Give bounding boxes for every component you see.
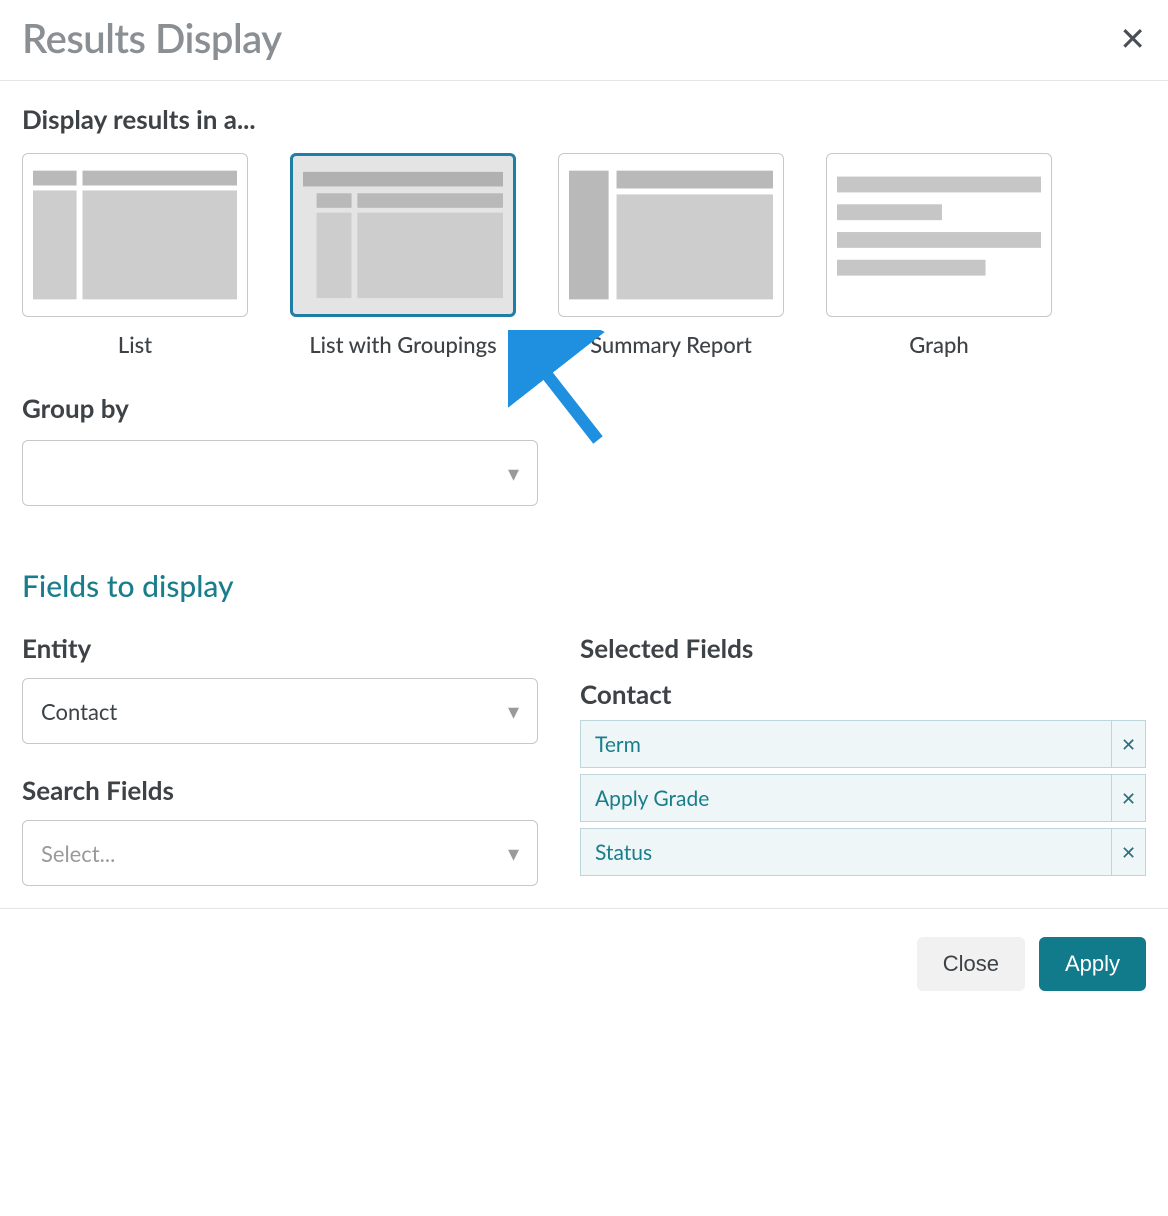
modal-title: Results Display	[22, 14, 282, 62]
group-by-label: Group by	[22, 392, 1146, 424]
entity-select[interactable]: Contact ▾	[22, 678, 538, 744]
chip-text: Apply Grade	[581, 786, 723, 811]
option-list-label: List	[22, 331, 248, 358]
entity-value: Contact	[41, 698, 117, 725]
caret-down-icon: ▾	[508, 697, 519, 725]
option-list-groupings-label: List with Groupings	[290, 331, 516, 358]
option-list[interactable]	[22, 153, 248, 317]
selected-field-chip[interactable]: Term ✕	[580, 720, 1146, 768]
search-fields-label: Search Fields	[22, 774, 538, 806]
option-summary-report[interactable]	[558, 153, 784, 317]
remove-chip-icon[interactable]: ✕	[1111, 721, 1145, 767]
remove-chip-icon[interactable]: ✕	[1111, 775, 1145, 821]
display-label: Display results in a...	[22, 103, 1146, 135]
entity-label: Entity	[22, 632, 538, 664]
selected-fields-group: Contact	[580, 678, 1146, 710]
apply-button[interactable]: Apply	[1039, 937, 1146, 991]
caret-down-icon: ▾	[508, 839, 519, 867]
option-graph-label: Graph	[826, 331, 1052, 358]
remove-chip-icon[interactable]: ✕	[1111, 829, 1145, 875]
close-icon[interactable]: ✕	[1119, 22, 1146, 54]
close-button[interactable]: Close	[917, 937, 1025, 991]
selected-fields-label: Selected Fields	[580, 632, 1146, 664]
option-list-groupings[interactable]	[290, 153, 516, 317]
chip-text: Status	[581, 840, 666, 865]
group-by-select[interactable]: ▾	[22, 440, 538, 506]
display-options: List List with Groupings	[22, 153, 1146, 358]
caret-down-icon: ▾	[508, 459, 519, 487]
search-fields-placeholder: Select...	[41, 840, 115, 867]
option-summary-label: Summary Report	[558, 331, 784, 358]
option-graph[interactable]	[826, 153, 1052, 317]
fields-to-display-heading: Fields to display	[22, 568, 1146, 604]
search-fields-select[interactable]: Select... ▾	[22, 820, 538, 886]
selected-field-chip[interactable]: Status ✕	[580, 828, 1146, 876]
selected-field-chip[interactable]: Apply Grade ✕	[580, 774, 1146, 822]
chip-text: Term	[581, 732, 655, 757]
